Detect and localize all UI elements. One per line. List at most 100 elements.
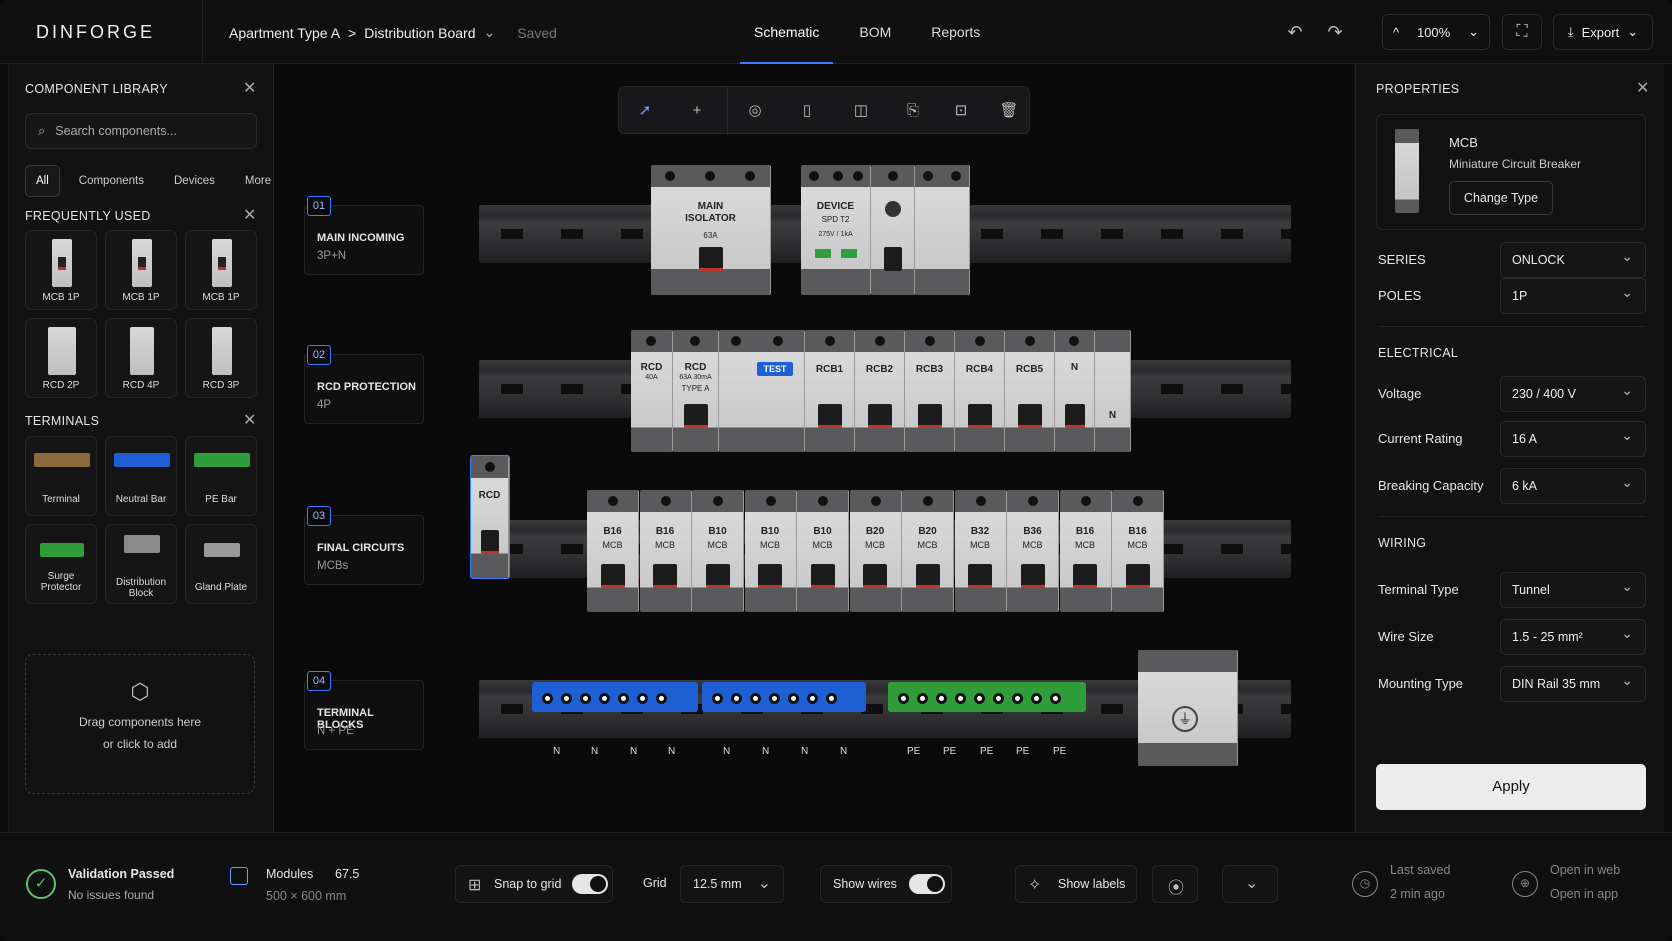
terminal-hole[interactable] <box>1031 693 1042 705</box>
open-in-app-link[interactable]: Open in app <box>1550 887 1618 901</box>
mcb-switch[interactable] <box>863 564 887 588</box>
current-rating-select[interactable]: 16 A <box>1500 418 1646 457</box>
mcb-switch[interactable] <box>1020 564 1045 588</box>
mcb-module[interactable]: B16 MCB <box>639 490 692 612</box>
terminal-hole[interactable] <box>712 693 723 705</box>
mcb-switch[interactable] <box>758 564 782 588</box>
terminal-hole[interactable] <box>1012 693 1023 705</box>
terminal-hole[interactable] <box>955 693 966 705</box>
neutral-bar-2[interactable] <box>702 682 866 712</box>
library-item-rcd-3p[interactable]: RCD 3P <box>185 318 257 398</box>
breadcrumb-project[interactable]: Apartment Type A <box>229 25 340 41</box>
terminal-hole[interactable] <box>1050 693 1061 705</box>
rcbo-switch[interactable] <box>917 404 942 428</box>
align-tool-icon[interactable]: ▯ <box>795 99 819 123</box>
mcb-module[interactable]: B10 MCB <box>797 490 849 612</box>
voltage-select[interactable]: 230 / 400 V <box>1500 373 1646 412</box>
mcb-switch[interactable] <box>1073 564 1097 588</box>
open-in-web-link[interactable]: Open in web <box>1550 863 1620 877</box>
flip-tool-icon[interactable]: ⎘ <box>901 99 925 123</box>
rcbo-module[interactable]: RCB2 <box>855 330 905 452</box>
delete-icon[interactable]: 🗑 <box>997 99 1021 123</box>
library-item-rcd-2p[interactable]: RCD 2P <box>25 318 97 398</box>
mcb-switch[interactable] <box>915 564 940 588</box>
terminal-hole[interactable] <box>637 693 648 705</box>
undo-icon[interactable]: ↶ <box>1283 20 1307 44</box>
terminal-hole[interactable] <box>898 693 909 705</box>
terminal-hole[interactable] <box>936 693 947 705</box>
series-select[interactable]: ONLOCK <box>1500 239 1646 278</box>
grid-size-select[interactable]: 12.5 mm ⌄ <box>680 865 784 903</box>
rcbo-module[interactable]: RCB4 <box>955 330 1005 452</box>
row-card-rcd-protection[interactable]: 02 RCD PROTECTION 4P <box>304 345 424 424</box>
apply-button[interactable]: Apply <box>1376 764 1646 810</box>
neutral-terminal-module[interactable]: N <box>1095 330 1131 452</box>
rcd-module-a[interactable]: RCD 40A <box>631 330 673 452</box>
export-button[interactable]: ⤓ Export ⌄ <box>1553 14 1653 50</box>
mcb-switch[interactable] <box>705 564 730 588</box>
terminal-hole[interactable] <box>561 693 572 705</box>
rcd-switch[interactable] <box>683 404 708 428</box>
terminal-type-select[interactable]: Tunnel <box>1500 569 1646 608</box>
terminal-hole[interactable] <box>542 693 553 705</box>
tab-bom[interactable]: BOM <box>845 0 905 64</box>
tab-reports[interactable]: Reports <box>917 0 994 64</box>
library-item-gland-plate[interactable]: Gland Plate <box>185 524 257 604</box>
select-tool-icon[interactable]: ➚ <box>633 99 657 123</box>
filter-components[interactable]: Components <box>68 165 155 197</box>
chevron-down-icon[interactable]: ⌄ <box>484 24 496 41</box>
mounting-type-select[interactable]: DIN Rail 35 mm <box>1500 663 1646 702</box>
surge-device[interactable]: DEVICE SPD T2 275V / 1kA <box>801 165 871 295</box>
search-box[interactable]: ⌕ <box>25 113 257 149</box>
terminal-hole[interactable] <box>731 693 742 705</box>
row-card-main-incoming[interactable]: 01 MAIN INCOMING 3P+N <box>304 196 424 275</box>
mcb-module[interactable]: B20 MCB <box>902 490 954 612</box>
rcbo-switch[interactable] <box>817 404 842 428</box>
wire-size-select[interactable]: 1.5 - 25 mm² <box>1500 616 1646 655</box>
chevron-down-icon[interactable]: ⌄ <box>1468 24 1479 40</box>
terminal-hole[interactable] <box>750 693 761 705</box>
terminal-hole[interactable] <box>618 693 629 705</box>
mcb-module[interactable]: B36 MCB <box>1007 490 1059 612</box>
redo-icon[interactable]: ↷ <box>1323 20 1347 44</box>
terminal-hole[interactable] <box>580 693 591 705</box>
library-item-mcb-1p[interactable]: MCB 1P <box>25 230 97 310</box>
poles-select[interactable]: 1P <box>1500 275 1646 314</box>
mcb-switch[interactable] <box>810 564 835 588</box>
mcb-switch[interactable] <box>968 564 992 588</box>
drop-zone[interactable]: ⬡ Drag components here or click to add <box>25 654 255 794</box>
rcbo-module[interactable]: RCB1 <box>805 330 855 452</box>
main-isolator-switch[interactable] <box>698 247 723 271</box>
terminal-hole[interactable] <box>656 693 667 705</box>
mcb-module[interactable]: B16 MCB <box>1059 490 1112 612</box>
filter-devices[interactable]: Devices <box>163 165 226 197</box>
mcb-switch[interactable] <box>1125 564 1150 588</box>
snap-toggle[interactable] <box>572 874 608 894</box>
zoom-in-icon[interactable]: ^ <box>1393 25 1399 40</box>
library-item-mcb-1p[interactable]: MCB 1P <box>105 230 177 310</box>
rcbo-switch[interactable] <box>967 404 992 428</box>
show-labels-button[interactable]: ✧ Show labels <box>1015 865 1137 903</box>
close-icon[interactable]: ✕ <box>243 78 256 98</box>
test-button[interactable]: TEST <box>757 362 793 376</box>
terminal-hole[interactable] <box>599 693 610 705</box>
library-item-rcd-4p[interactable]: RCD 4P <box>105 318 177 398</box>
spd-module[interactable] <box>871 165 915 295</box>
rcd-test-module[interactable]: TEST <box>719 330 805 452</box>
neutral-bar-1[interactable] <box>532 682 698 712</box>
library-item-distribution-block[interactable]: Distribution Block <box>105 524 177 604</box>
mcb-module[interactable]: B20 MCB <box>849 490 902 612</box>
search-input[interactable] <box>55 124 246 138</box>
main-isolator[interactable]: MAIN ISOLATOR 63A <box>651 165 771 295</box>
mcb-switch[interactable] <box>600 564 625 588</box>
more-options-button[interactable]: ⌄ <box>1222 865 1278 903</box>
terminal-hole[interactable] <box>993 693 1004 705</box>
change-type-button[interactable]: Change Type <box>1449 181 1553 215</box>
blank-module[interactable] <box>915 165 970 295</box>
row-card-terminal-blocks[interactable]: 04 TERMINAL BLOCKS N + PE <box>304 671 424 750</box>
terminal-hole[interactable] <box>807 693 818 705</box>
row-card-final-circuits[interactable]: 03 FINAL CIRCUITS MCBs <box>304 506 424 585</box>
distribute-tool-icon[interactable]: ◫ <box>849 99 873 123</box>
library-item-neutral-bar[interactable]: Neutral Bar <box>105 436 177 516</box>
fit-screen-button[interactable]: ⛶ <box>1502 14 1542 50</box>
